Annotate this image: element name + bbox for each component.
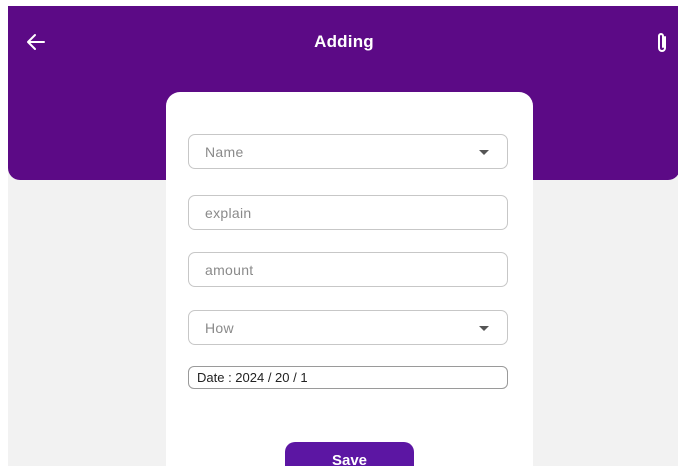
explain-field[interactable]: explain: [188, 195, 508, 230]
page-title: Adding: [314, 32, 374, 51]
name-placeholder: Name: [205, 144, 244, 160]
amount-placeholder: amount: [205, 262, 254, 278]
chevron-down-icon: [479, 150, 489, 155]
explain-placeholder: explain: [205, 205, 252, 221]
chevron-down-icon: [479, 326, 489, 331]
app-screen: Adding Name explain amount How Date : 20…: [8, 6, 678, 466]
date-field[interactable]: Date : 2024 / 20 / 1: [188, 366, 508, 389]
how-placeholder: How: [205, 320, 234, 336]
date-text: Date : 2024 / 20 / 1: [197, 370, 308, 385]
form-card: Name explain amount How Date : 2024 / 20…: [166, 92, 533, 466]
paperclip-icon[interactable]: [653, 31, 671, 55]
amount-field[interactable]: amount: [188, 252, 508, 287]
how-dropdown[interactable]: How: [188, 310, 508, 345]
name-dropdown[interactable]: Name: [188, 134, 508, 169]
save-button[interactable]: Save: [285, 442, 414, 466]
